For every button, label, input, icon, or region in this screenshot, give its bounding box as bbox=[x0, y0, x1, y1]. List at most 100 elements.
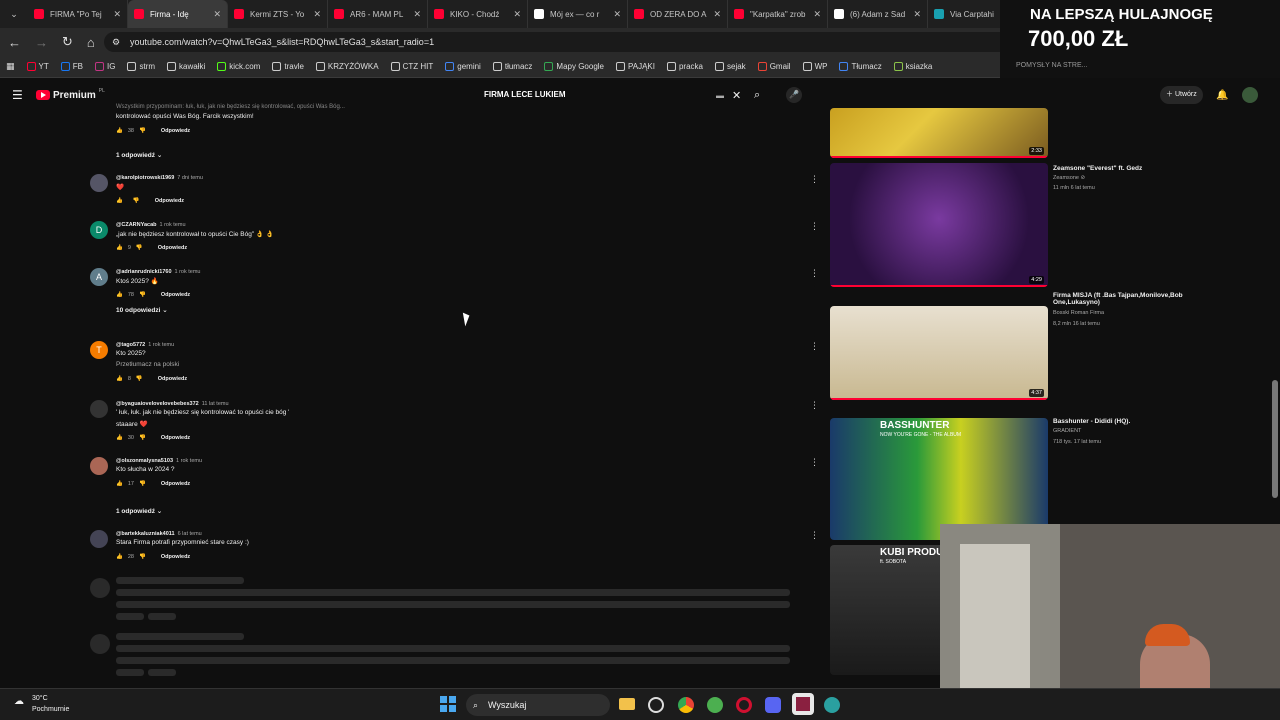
more-options-icon[interactable]: ⋮ bbox=[810, 400, 819, 411]
dislike-icon[interactable]: 👎 bbox=[139, 435, 146, 441]
dislike-icon[interactable]: 👎 bbox=[139, 554, 146, 560]
bookmark-folder-label[interactable]: POMYSŁY NA STRE... bbox=[1016, 62, 1087, 69]
bookmark-18[interactable]: ksiazka bbox=[893, 62, 932, 71]
tab-2[interactable]: Kermi ZTS - Yo ✕ bbox=[228, 0, 328, 28]
video-thumbnail[interactable]: BASSHUNTER NOW YOU'RE GONE - THE ALBUM bbox=[830, 418, 1048, 540]
close-tab-icon[interactable]: ✕ bbox=[113, 9, 121, 20]
reply-button[interactable]: Odpowiedz bbox=[158, 376, 187, 382]
video-thumbnail[interactable]: 4:29 bbox=[830, 163, 1048, 287]
reply-button[interactable]: Odpowiedz bbox=[161, 292, 190, 298]
chrome-icon[interactable] bbox=[678, 697, 694, 713]
bookmark-14[interactable]: sejak bbox=[715, 62, 746, 71]
avatar[interactable]: T bbox=[90, 341, 108, 359]
tab-5[interactable]: Mój ex — co r ✕ bbox=[528, 0, 628, 28]
bookmark-2[interactable]: IG bbox=[94, 62, 115, 71]
bookmark-9[interactable]: gemini bbox=[445, 62, 481, 71]
close-tab-icon[interactable]: ✕ bbox=[813, 9, 821, 20]
create-button[interactable]: ＋ Utwórz bbox=[1160, 86, 1203, 104]
bookmark-6[interactable]: travle bbox=[272, 62, 304, 71]
youtube-logo[interactable]: Premium PL bbox=[36, 88, 105, 101]
replies-toggle[interactable]: 1 odpowiedź ⌄ bbox=[116, 151, 162, 159]
close-tab-icon[interactable]: ✕ bbox=[613, 9, 621, 20]
home-icon[interactable]: ⌂ bbox=[87, 35, 95, 50]
comment-author[interactable]: @tago5772 1 rok temu bbox=[116, 342, 174, 348]
apps-grid-icon[interactable]: ▦ bbox=[6, 61, 15, 72]
replies-toggle[interactable]: 1 odpowiedź ⌄ bbox=[116, 507, 162, 515]
channel-name[interactable]: Zeamsone ⊘ bbox=[1053, 175, 1213, 181]
comment-author[interactable]: @bartekkaluzniak4011 6 lat temu bbox=[116, 531, 202, 537]
tab-1[interactable]: Firma - Idę ✕ bbox=[128, 0, 228, 28]
like-icon[interactable]: 👍 bbox=[116, 198, 123, 204]
like-icon[interactable]: 👍 bbox=[116, 245, 123, 251]
video-title[interactable]: Zeamsone "Everest" ft. Gedz bbox=[1053, 165, 1193, 172]
opera-icon[interactable] bbox=[736, 697, 752, 713]
reply-button[interactable]: Odpowiedz bbox=[158, 245, 187, 251]
comment-author[interactable]: @karolpiotrowski1969 7 dni temu bbox=[116, 175, 203, 181]
replies-toggle[interactable]: 10 odpowiedzi ⌄ bbox=[116, 306, 168, 314]
menu-icon[interactable]: ☰ bbox=[12, 88, 23, 102]
forward-icon[interactable]: → bbox=[35, 35, 48, 50]
start-icon[interactable] bbox=[440, 696, 456, 712]
avatar[interactable] bbox=[90, 400, 108, 418]
tab-0[interactable]: FIRMA "Po Tej ✕ bbox=[28, 0, 128, 28]
bookmark-4[interactable]: kawałki bbox=[167, 62, 205, 71]
more-options-icon[interactable]: ⋮ bbox=[810, 268, 819, 279]
search-icon[interactable]: ⌕ bbox=[754, 89, 760, 102]
close-tab-icon[interactable]: ✕ bbox=[913, 9, 921, 20]
close-tab-icon[interactable]: ✕ bbox=[513, 9, 521, 20]
voice-search-icon[interactable]: 🎤 bbox=[786, 87, 802, 103]
dislike-icon[interactable]: 👎 bbox=[136, 245, 143, 251]
bookmark-1[interactable]: FB bbox=[60, 62, 83, 71]
video-title[interactable]: Basshunter - Dididi (HQ). bbox=[1053, 418, 1193, 425]
close-tab-icon[interactable]: ✕ bbox=[713, 9, 721, 20]
bookmark-10[interactable]: tłumacz bbox=[492, 62, 532, 71]
reply-button[interactable]: Odpowiedz bbox=[161, 481, 190, 487]
like-icon[interactable]: 👍 bbox=[116, 435, 123, 441]
bookmark-16[interactable]: WP bbox=[802, 62, 827, 71]
tab-3[interactable]: AR6 - MAM PL ✕ bbox=[328, 0, 428, 28]
bookmark-8[interactable]: CTZ HIT bbox=[390, 62, 433, 71]
more-options-icon[interactable]: ⋮ bbox=[810, 174, 819, 185]
reload-icon[interactable]: ↻ bbox=[62, 34, 73, 50]
back-icon[interactable]: ← bbox=[8, 35, 21, 50]
video-thumbnail[interactable]: 2:33 bbox=[830, 108, 1048, 158]
channel-name[interactable]: Bosski Roman Firma bbox=[1053, 310, 1213, 316]
tab-7[interactable]: "Karpatka" zrob ✕ bbox=[728, 0, 828, 28]
search-input[interactable]: FIRMA LECE LUKIEM bbox=[478, 86, 746, 104]
dislike-icon[interactable]: 👎 bbox=[139, 292, 146, 298]
bookmark-7[interactable]: KRZYŻÓWKA bbox=[315, 62, 379, 71]
browser-icon[interactable] bbox=[707, 697, 723, 713]
more-options-icon[interactable]: ⋮ bbox=[810, 457, 819, 468]
more-options-icon[interactable]: ⋮ bbox=[810, 530, 819, 541]
tab-6[interactable]: OD ZERA DO A ✕ bbox=[628, 0, 728, 28]
like-icon[interactable]: 👍 bbox=[116, 481, 123, 487]
dislike-icon[interactable]: 👎 bbox=[139, 128, 146, 134]
comment-author[interactable]: @byaguaiovelovelovebebes372 11 lat temu bbox=[116, 401, 229, 407]
like-icon[interactable]: 👍 bbox=[116, 128, 123, 134]
reply-button[interactable]: Odpowiedz bbox=[161, 128, 190, 134]
video-thumbnail[interactable]: 4:37 bbox=[830, 306, 1048, 400]
avatar[interactable] bbox=[90, 174, 108, 192]
avatar[interactable]: D bbox=[90, 221, 108, 239]
tab-8[interactable]: (6) Adam z Sad ✕ bbox=[828, 0, 928, 28]
streaming-app-icon[interactable] bbox=[792, 693, 814, 715]
close-tab-icon[interactable]: ✕ bbox=[313, 9, 321, 20]
avatar[interactable] bbox=[90, 457, 108, 475]
comment-text-extra[interactable]: Przetłumacz na polski bbox=[116, 361, 179, 368]
like-icon[interactable]: 👍 bbox=[116, 376, 123, 382]
notifications-icon[interactable]: 🔔 bbox=[1216, 90, 1228, 101]
avatar[interactable] bbox=[90, 530, 108, 548]
comment-author[interactable]: @adrianrudnicki1760 1 rok temu bbox=[116, 269, 200, 275]
dislike-icon[interactable]: 👎 bbox=[139, 481, 146, 487]
tab-4[interactable]: KIKO - Chodź ✕ bbox=[428, 0, 528, 28]
discord-icon[interactable] bbox=[765, 697, 781, 713]
channel-name[interactable]: GRADIENT bbox=[1053, 428, 1213, 434]
dislike-icon[interactable]: 👎 bbox=[133, 198, 140, 204]
bookmark-15[interactable]: Gmail bbox=[757, 62, 791, 71]
close-tab-icon[interactable]: ✕ bbox=[213, 9, 221, 20]
close-tab-icon[interactable]: ✕ bbox=[413, 9, 421, 20]
video-title[interactable]: Firma MISJA (ft .Bas Tajpan,Monilove,Bob… bbox=[1053, 292, 1193, 306]
bookmark-11[interactable]: Mapy Google bbox=[544, 62, 604, 71]
bookmark-12[interactable]: PAJĄKI bbox=[616, 62, 655, 71]
bookmark-5[interactable]: kick.com bbox=[217, 62, 260, 71]
